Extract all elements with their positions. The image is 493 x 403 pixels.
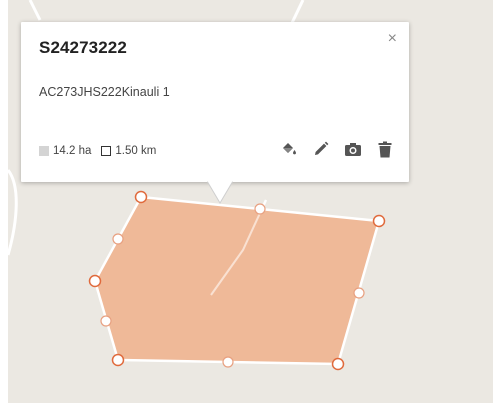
field-polygon[interactable] bbox=[93, 195, 381, 366]
trash-icon bbox=[378, 141, 392, 157]
midpoint-handle[interactable] bbox=[112, 233, 124, 245]
field-info-popup: S24273222 × AC273JHS222Kinauli 1 14.2 ha… bbox=[21, 22, 409, 204]
midpoint-handle[interactable] bbox=[353, 287, 365, 299]
delete-button[interactable] bbox=[375, 139, 395, 159]
vertex-handle[interactable] bbox=[134, 190, 148, 204]
close-icon[interactable]: × bbox=[388, 31, 397, 47]
midpoint-handle[interactable] bbox=[254, 203, 266, 215]
map-frame: S24273222 × AC273JHS222Kinauli 1 14.2 ha… bbox=[8, 0, 493, 403]
perimeter-value: 1.50 km bbox=[115, 145, 157, 157]
camera-icon bbox=[345, 143, 361, 156]
area-value: 14.2 ha bbox=[53, 145, 92, 157]
pencil-icon bbox=[315, 141, 329, 155]
photo-button[interactable] bbox=[343, 139, 363, 159]
perimeter-icon bbox=[101, 146, 112, 156]
vertex-handle[interactable] bbox=[331, 357, 345, 371]
field-description: AC273JHS222Kinauli 1 bbox=[39, 85, 170, 99]
vertex-handle[interactable] bbox=[372, 214, 386, 228]
midpoint-handle[interactable] bbox=[222, 356, 234, 368]
field-id-title: S24273222 bbox=[39, 38, 127, 57]
vertex-handle[interactable] bbox=[111, 353, 125, 367]
area-icon bbox=[39, 146, 49, 156]
field-stats: 14.2 ha 1.50 km bbox=[39, 145, 156, 157]
fill-color-button[interactable] bbox=[279, 139, 299, 159]
popup-actions bbox=[279, 139, 395, 159]
vertex-handle[interactable] bbox=[88, 274, 102, 288]
paint-bucket-icon bbox=[283, 143, 296, 155]
edit-button[interactable] bbox=[311, 139, 331, 159]
midpoint-handle[interactable] bbox=[100, 315, 112, 327]
